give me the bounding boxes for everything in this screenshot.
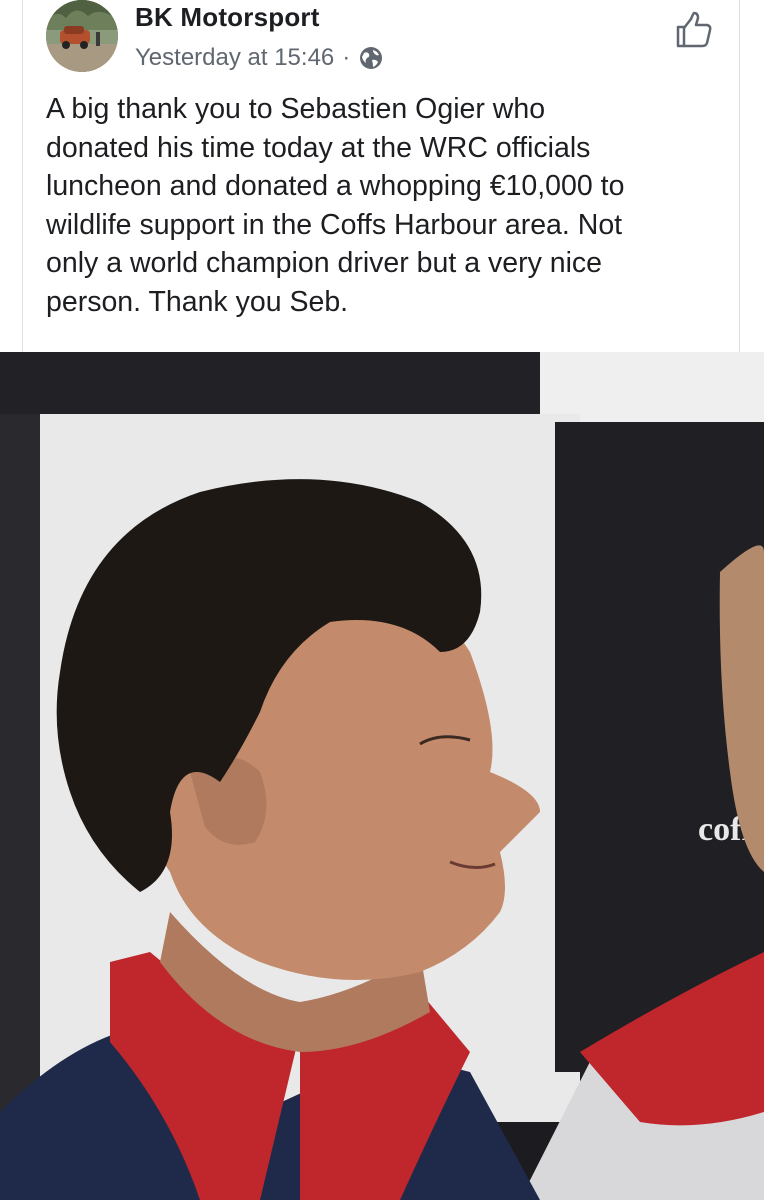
post-text-line: person. Thank you Seb. (46, 285, 349, 318)
post-timestamp[interactable]: Yesterday at 15:46 (135, 44, 334, 72)
meta-separator: · (342, 44, 351, 71)
like-button[interactable] (672, 10, 714, 50)
post-text-line: luncheon and donated a whopping €10,000 … (46, 170, 625, 202)
post-text-line: only a world champion driver but a very … (46, 247, 603, 279)
post-text-line: donated his time today at the WRC offici… (46, 131, 591, 164)
photo-image: coffs (0, 352, 764, 1200)
thumbs-up-icon (676, 11, 712, 48)
avatar-image (46, 0, 118, 72)
post-photo[interactable]: coffs (0, 352, 764, 1200)
globe-icon (358, 45, 384, 71)
post-text-line: wildlife support in the Coffs Harbour ar… (46, 208, 623, 241)
page-avatar[interactable] (46, 0, 118, 72)
post-message: A big thank you to Sebastien Ogier who d… (46, 90, 726, 321)
page-name[interactable]: BK Motorsport (135, 2, 320, 33)
facebook-post: BK Motorsport Yesterday at 15:46 · A big… (0, 0, 764, 1200)
post-meta: Yesterday at 15:46 · (135, 44, 384, 72)
post-text-line: A big thank you to Sebastien Ogier who (46, 93, 546, 125)
